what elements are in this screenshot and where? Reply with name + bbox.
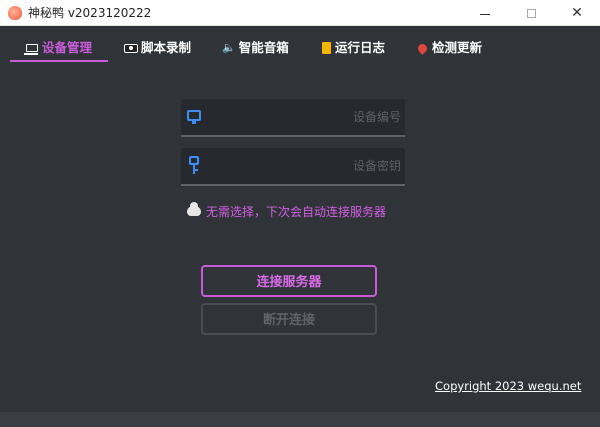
laptop-icon bbox=[24, 44, 38, 55]
tab-check-update[interactable]: 检测更新 bbox=[416, 38, 483, 58]
pin-icon bbox=[416, 41, 429, 55]
speaker-icon: 🔈 bbox=[222, 41, 236, 54]
tab-label: 检测更新 bbox=[432, 40, 483, 55]
tab-label: 设备管理 bbox=[42, 40, 93, 55]
device-id-input[interactable] bbox=[209, 99, 403, 135]
tab-script-recording[interactable]: 脚本录制 bbox=[124, 38, 191, 58]
cloud-icon bbox=[187, 202, 201, 216]
maximize-button[interactable] bbox=[508, 0, 554, 26]
bottom-strip bbox=[0, 412, 600, 427]
device-key-field[interactable] bbox=[181, 148, 405, 186]
copyright-link[interactable]: Copyright 2023 wequ.net bbox=[435, 379, 581, 393]
disconnect-button[interactable]: 断开连接 bbox=[201, 303, 377, 335]
tab-device-management[interactable]: 设备管理 bbox=[24, 38, 93, 58]
maximize-icon bbox=[526, 8, 536, 18]
close-button[interactable]: ✕ bbox=[554, 0, 600, 26]
camera-icon bbox=[124, 43, 138, 53]
device-key-input[interactable] bbox=[209, 148, 403, 184]
tab-run-log[interactable]: 运行日志 bbox=[322, 38, 385, 58]
window-title: 神秘鸭 v2023120222 bbox=[28, 6, 152, 20]
connect-server-button[interactable]: 连接服务器 bbox=[201, 265, 377, 297]
key-icon bbox=[187, 156, 201, 176]
active-tab-indicator bbox=[10, 60, 108, 62]
app-logo-icon bbox=[8, 6, 22, 20]
minimize-button[interactable] bbox=[462, 0, 508, 26]
title-bar: 神秘鸭 v2023120222 ✕ bbox=[0, 0, 600, 26]
tab-label: 运行日志 bbox=[335, 40, 386, 55]
close-icon: ✕ bbox=[571, 5, 583, 21]
note-icon bbox=[322, 42, 331, 54]
monitor-icon bbox=[187, 110, 201, 124]
auto-connect-text: 无需选择，下次会自动连接服务器 bbox=[206, 204, 387, 219]
tab-label: 脚本录制 bbox=[141, 40, 192, 55]
tab-label: 智能音箱 bbox=[238, 40, 289, 55]
tab-bar: 设备管理 脚本录制 🔈 智能音箱 运行日志 检测更新 bbox=[0, 26, 600, 68]
tab-smart-speaker[interactable]: 🔈 智能音箱 bbox=[222, 38, 289, 58]
auto-connect-hint: 无需选择，下次会自动连接服务器 bbox=[187, 202, 386, 220]
minimize-icon bbox=[480, 13, 490, 15]
device-id-field[interactable] bbox=[181, 99, 405, 137]
